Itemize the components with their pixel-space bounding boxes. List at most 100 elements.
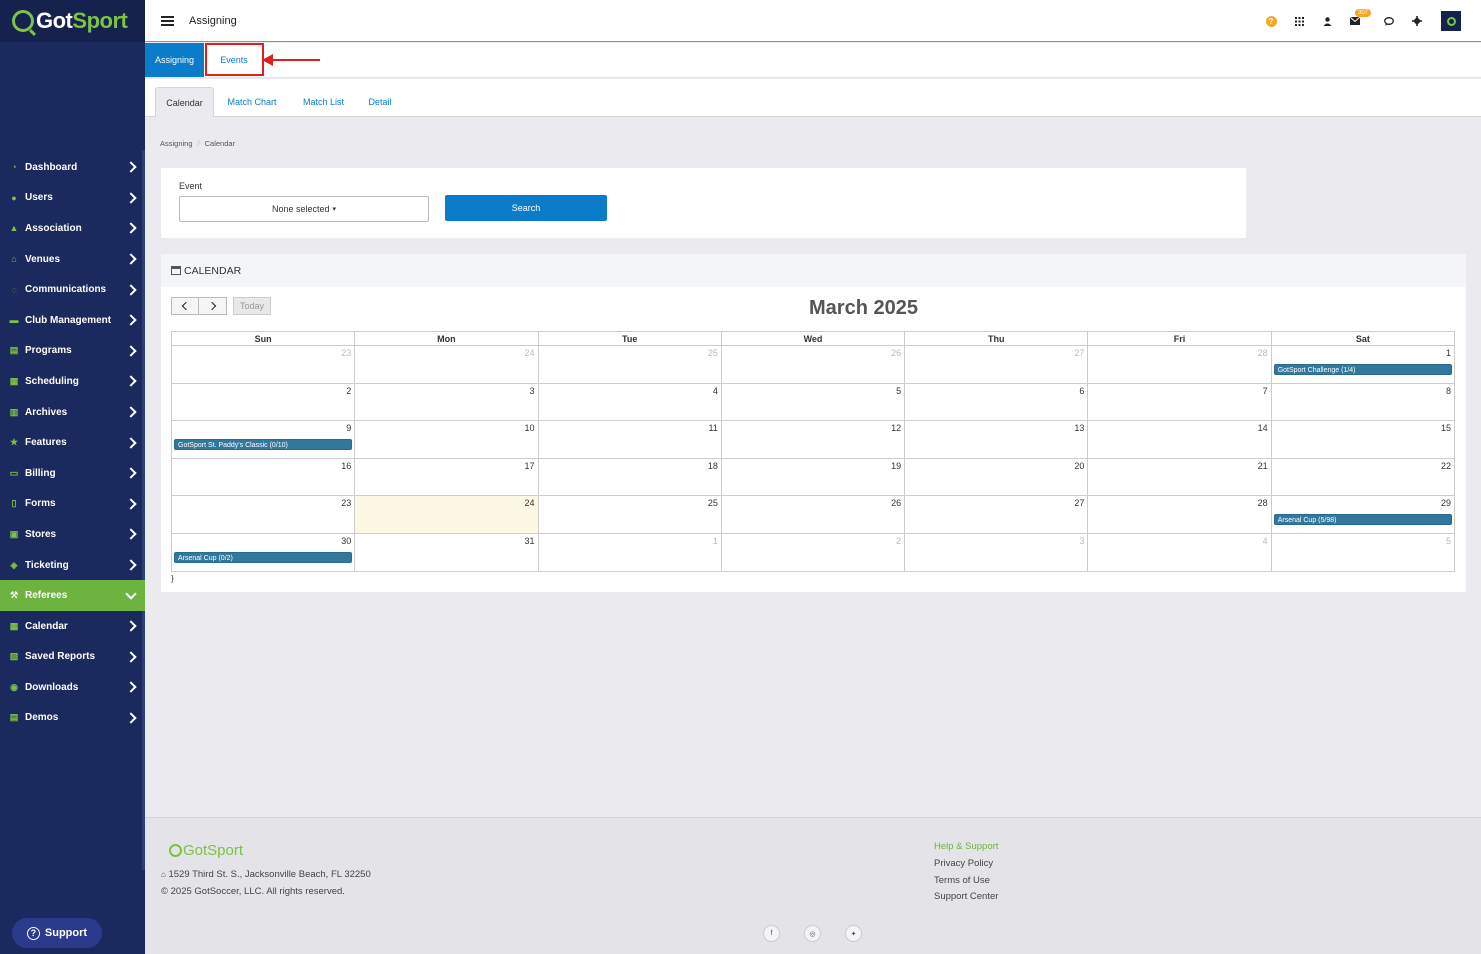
- calendar-day-cell[interactable]: 27: [904, 495, 1089, 534]
- sidebar-item-communications[interactable]: ◌ Communications: [0, 274, 145, 305]
- day-number[interactable]: 15: [1441, 423, 1451, 433]
- sidebar-item-saved-reports[interactable]: ▧ Saved Reports: [0, 642, 145, 673]
- day-number[interactable]: 6: [1079, 386, 1084, 396]
- day-number[interactable]: 2: [346, 386, 351, 396]
- calendar-day-cell-today[interactable]: 24: [354, 495, 539, 534]
- day-number[interactable]: 12: [891, 423, 901, 433]
- calendar-day-cell[interactable]: 15: [1270, 420, 1456, 459]
- support-center-link[interactable]: Support Center: [934, 889, 998, 906]
- sidebar-item-stores[interactable]: ▣ Stores: [0, 519, 145, 550]
- calendar-day-cell[interactable]: 22: [1270, 457, 1456, 497]
- calendar-event[interactable]: Arsenal Cup (5/98): [1273, 514, 1452, 526]
- day-number[interactable]: 27: [1074, 498, 1084, 508]
- calendar-day-cell[interactable]: 24: [354, 345, 539, 384]
- day-number[interactable]: 24: [525, 348, 535, 358]
- day-number[interactable]: 11: [709, 423, 718, 433]
- day-number[interactable]: 9: [346, 423, 351, 433]
- calendar-day-cell[interactable]: 25: [537, 495, 722, 534]
- calendar-day-cell[interactable]: 3: [354, 382, 539, 422]
- apps-grid-icon[interactable]: [1285, 16, 1313, 26]
- calendar-day-cell[interactable]: 31: [354, 532, 539, 572]
- day-number[interactable]: 28: [1258, 348, 1268, 358]
- sidebar-item-demos[interactable]: ▤ Demos: [0, 703, 145, 734]
- calendar-day-cell[interactable]: 29 Arsenal Cup (5/98): [1270, 495, 1456, 534]
- sidebar-item-association[interactable]: ▲ Association: [0, 213, 145, 244]
- day-number[interactable]: 20: [1074, 461, 1084, 471]
- avatar[interactable]: [1441, 11, 1461, 31]
- day-number[interactable]: 23: [341, 498, 351, 508]
- calendar-day-cell[interactable]: 3: [904, 532, 1089, 572]
- day-number[interactable]: 18: [708, 461, 718, 471]
- calendar-day-cell[interactable]: 1 GotSport Challenge (1/4): [1270, 345, 1456, 384]
- day-number[interactable]: 3: [1079, 536, 1084, 546]
- facebook-icon[interactable]: f: [763, 925, 780, 942]
- mail-button[interactable]: 307: [1341, 9, 1372, 25]
- day-number[interactable]: 2: [896, 536, 901, 546]
- calendar-day-cell[interactable]: 1: [537, 532, 722, 572]
- day-number[interactable]: 13: [1074, 423, 1084, 433]
- sidebar-item-programs[interactable]: ▤ Programs: [0, 336, 145, 367]
- support-button[interactable]: ? Support: [12, 918, 102, 948]
- sidebar-item-downloads[interactable]: ◉ Downloads: [0, 672, 145, 703]
- calendar-day-cell[interactable]: 30 Arsenal Cup (0/2): [170, 532, 356, 572]
- calendar-day-cell[interactable]: 12: [720, 420, 906, 459]
- sidebar-item-venues[interactable]: ⌂ Venues: [0, 244, 145, 275]
- calendar-day-cell[interactable]: 28: [1087, 495, 1272, 534]
- privacy-policy-link[interactable]: Privacy Policy: [934, 856, 998, 873]
- day-number[interactable]: 4: [713, 386, 718, 396]
- day-number[interactable]: 24: [525, 498, 535, 508]
- tab-calendar[interactable]: Calendar: [155, 87, 214, 117]
- calendar-day-cell[interactable]: 11: [537, 420, 722, 459]
- calendar-day-cell[interactable]: 16: [170, 457, 356, 497]
- calendar-day-cell[interactable]: 26: [720, 495, 906, 534]
- user-icon[interactable]: [1313, 16, 1341, 26]
- day-number[interactable]: 23: [341, 348, 351, 358]
- day-number[interactable]: 10: [525, 423, 535, 433]
- help-support-link[interactable]: Help & Support: [934, 839, 998, 856]
- calendar-day-cell[interactable]: 25: [537, 345, 722, 384]
- sidebar-item-scheduling[interactable]: ▦ Scheduling: [0, 366, 145, 397]
- sidebar-item-referees[interactable]: ⚒ Referees: [0, 580, 145, 611]
- sidebar-item-calendar[interactable]: ▦ Calendar: [0, 611, 145, 642]
- day-number[interactable]: 27: [1074, 348, 1084, 358]
- day-number[interactable]: 5: [896, 386, 901, 396]
- calendar-day-cell[interactable]: 13: [904, 420, 1089, 459]
- calendar-day-cell[interactable]: 28: [1087, 345, 1272, 384]
- calendar-day-cell[interactable]: 26: [720, 345, 906, 384]
- day-number[interactable]: 17: [525, 461, 535, 471]
- calendar-day-cell[interactable]: 5: [1270, 532, 1456, 572]
- calendar-day-cell[interactable]: 23: [170, 345, 356, 384]
- calendar-day-cell[interactable]: 5: [720, 382, 906, 422]
- tab-match-chart[interactable]: Match Chart: [217, 87, 287, 117]
- calendar-day-cell[interactable]: 23: [170, 495, 356, 534]
- calendar-day-cell[interactable]: 9 GotSport St. Paddy's Classic (0/10): [170, 420, 356, 459]
- calendar-day-cell[interactable]: 17: [354, 457, 539, 497]
- sidebar-item-billing[interactable]: ▭ Billing: [0, 458, 145, 489]
- footer-logo[interactable]: GotSport: [169, 842, 243, 859]
- day-number[interactable]: 31: [525, 536, 535, 546]
- calendar-day-cell[interactable]: 14: [1087, 420, 1272, 459]
- calendar-day-cell[interactable]: 19: [720, 457, 906, 497]
- calendar-day-cell[interactable]: 2: [720, 532, 906, 572]
- day-number[interactable]: 7: [1263, 386, 1268, 396]
- terms-of-use-link[interactable]: Terms of Use: [934, 873, 998, 890]
- day-number[interactable]: 19: [891, 461, 901, 471]
- sidebar-item-users[interactable]: ● Users: [0, 183, 145, 214]
- day-number[interactable]: 4: [1263, 536, 1268, 546]
- calendar-event[interactable]: Arsenal Cup (0/2): [174, 551, 353, 563]
- chat-icon[interactable]: [1375, 16, 1403, 26]
- day-number[interactable]: 21: [1258, 461, 1268, 471]
- calendar-event[interactable]: GotSport Challenge (1/4): [1273, 364, 1452, 375]
- breadcrumb-assigning[interactable]: Assigning: [160, 139, 193, 148]
- help-button[interactable]: ?: [1257, 15, 1285, 27]
- calendar-day-cell[interactable]: 6: [904, 382, 1089, 422]
- sidebar-item-dashboard[interactable]: ◔ Dashboard: [0, 152, 145, 183]
- day-number[interactable]: 3: [530, 386, 535, 396]
- calendar-day-cell[interactable]: 4: [1087, 532, 1272, 572]
- day-number[interactable]: 26: [891, 348, 901, 358]
- calendar-day-cell[interactable]: 10: [354, 420, 539, 459]
- hamburger-menu-icon[interactable]: [161, 15, 174, 26]
- day-number[interactable]: 1: [713, 536, 718, 546]
- calendar-day-cell[interactable]: 4: [537, 382, 722, 422]
- gear-icon[interactable]: [1403, 16, 1431, 26]
